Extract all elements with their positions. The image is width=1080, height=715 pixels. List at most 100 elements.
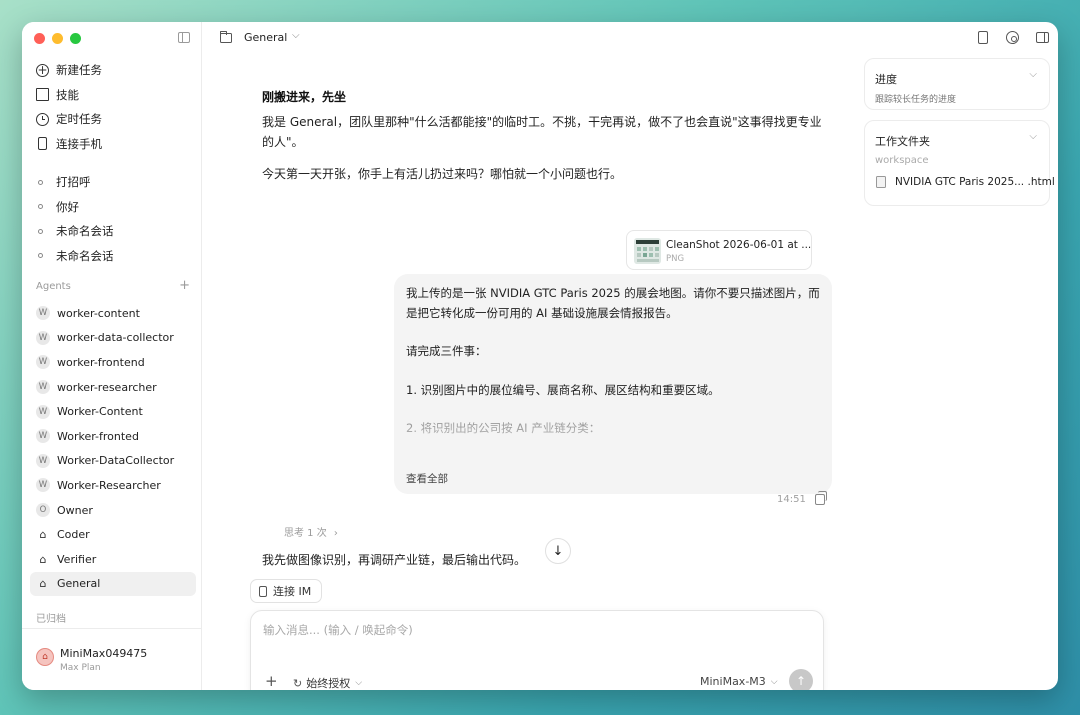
house-icon: ⌂: [39, 552, 47, 566]
agent-item[interactable]: O Owner: [30, 498, 196, 523]
arrow-down-icon: ↓: [552, 543, 564, 559]
user-message-line: 我上传的是一张 NVIDIA GTC Paris 2025 的展会地图。请你不要…: [406, 286, 820, 320]
assistant-message-text: 我先做图像识别，再调研产业链，最后输出代码。: [262, 553, 527, 567]
agent-item[interactable]: Wworker-content: [30, 301, 196, 326]
agent-item[interactable]: ⌂ Coder: [30, 522, 196, 547]
right-panel-toggle-icon[interactable]: [1036, 32, 1049, 43]
top-bar: General ⌵: [202, 22, 1058, 54]
send-button[interactable]: ↑: [789, 669, 813, 690]
file-item[interactable]: NVIDIA GTC Paris 2025... .html: [876, 176, 1055, 188]
add-agent-icon[interactable]: +: [179, 279, 190, 292]
agent-avatar: W: [36, 330, 50, 345]
user-message-line: 请完成三件事：: [406, 344, 487, 358]
workspace-selector[interactable]: General: [244, 31, 287, 44]
connect-im-label: 连接 IM: [273, 585, 312, 598]
house-icon: ⌂: [39, 528, 47, 542]
folder-icon: [220, 31, 232, 43]
redo-arrow-icon: ↻: [293, 676, 303, 690]
minimize-window-button[interactable]: [52, 33, 63, 44]
maximize-window-button[interactable]: [70, 33, 81, 44]
nav-new-task[interactable]: + 新建任务: [30, 58, 196, 83]
chevron-right-icon: ›: [333, 528, 338, 539]
nav-label: 连接手机: [56, 136, 102, 151]
app-window: + 新建任务 技能 定时任务 连接手机 打招呼 你好 未命名会话 未命名会话 A: [22, 22, 1058, 690]
agent-item[interactable]: W Worker-fronted: [30, 424, 196, 449]
add-attachment-button[interactable]: +: [265, 672, 278, 690]
model-selector[interactable]: MiniMax-M3 ⌵: [700, 675, 778, 688]
agent-label: Worker-Content: [57, 405, 143, 419]
agents-header: Agents +: [36, 279, 190, 292]
gear-icon[interactable]: [1006, 31, 1019, 44]
agent-label: General: [57, 577, 101, 591]
view-all-button[interactable]: 查看全部: [406, 471, 448, 486]
arrow-up-icon: ↑: [795, 674, 807, 688]
conversation-item[interactable]: 你好: [30, 195, 196, 220]
agent-avatar: W: [36, 355, 50, 370]
agent-item[interactable]: Wworker-data-collector: [30, 326, 196, 351]
attachment-name: CleanShot 2026-06-01 at ...: [666, 239, 812, 251]
scroll-down-button[interactable]: ↓: [545, 538, 571, 564]
agent-item[interactable]: ⌂ Verifier: [30, 547, 196, 572]
bullet-icon: [38, 179, 43, 185]
text-fade-overlay: [394, 424, 832, 464]
permission-selector[interactable]: ↻ 始终授权 ⌵: [293, 675, 362, 691]
agent-label: Owner: [57, 503, 93, 517]
progress-card[interactable]: 进度 ⌵ 跟踪较长任务的进度: [864, 58, 1050, 110]
agent-item[interactable]: Wworker-researcher: [30, 375, 196, 400]
sidebar-toggle-icon[interactable]: [178, 32, 190, 43]
nav-connect-phone[interactable]: 连接手机: [30, 132, 196, 157]
nav-label: 新建任务: [56, 63, 102, 78]
agent-item-active[interactable]: ⌂ General: [30, 571, 196, 597]
agent-item[interactable]: W Worker-DataCollector: [30, 449, 196, 474]
copy-icon[interactable]: [815, 491, 827, 505]
file-name: NVIDIA GTC Paris 2025... .html: [895, 176, 1055, 188]
assistant-message-title: 刚搬进来，先坐: [262, 90, 347, 104]
agent-avatar: W: [36, 404, 50, 419]
chevron-down-icon[interactable]: ⌵: [1029, 131, 1037, 142]
agent-label: Worker-DataCollector: [57, 454, 175, 468]
chevron-down-icon[interactable]: ⌵: [292, 30, 300, 41]
files-title: 工作文件夹: [875, 135, 930, 148]
nav-label: 定时任务: [56, 112, 102, 127]
agent-avatar: W: [36, 429, 50, 444]
nav-skills[interactable]: 技能: [30, 83, 196, 108]
chevron-down-icon[interactable]: ⌵: [1029, 69, 1037, 80]
agent-label: worker-frontend: [57, 355, 145, 369]
phone-icon[interactable]: [978, 31, 988, 44]
user-message-bubble: 我上传的是一张 NVIDIA GTC Paris 2025 的展会地图。请你不要…: [394, 274, 832, 494]
archived-section-label[interactable]: 已归档: [36, 610, 66, 625]
conversation-list: 打招呼 你好 未命名会话 未命名会话: [30, 170, 196, 268]
conversation-label: 打招呼: [56, 175, 91, 190]
agent-avatar: W: [36, 453, 50, 468]
agent-item[interactable]: Wworker-frontend: [30, 350, 196, 375]
attachment-card[interactable]: CleanShot 2026-06-01 at ... PNG: [626, 230, 812, 270]
agent-item[interactable]: W Worker-Content: [30, 399, 196, 424]
file-icon: [876, 176, 886, 188]
conversation-item[interactable]: 打招呼: [30, 170, 196, 195]
agent-label: worker-data-collector: [57, 331, 174, 345]
user-message-line: 1. 识别图片中的展位编号、展商名称、展区结构和重要区域。: [406, 382, 720, 397]
user-profile[interactable]: ⌂ MiniMax049475 Max Plan: [22, 628, 202, 690]
agent-item[interactable]: W Worker-Researcher: [30, 473, 196, 498]
phone-icon: [259, 585, 267, 597]
sidebar-nav: + 新建任务 技能 定时任务 连接手机: [30, 58, 196, 156]
close-window-button[interactable]: [34, 33, 45, 44]
agent-list: Wworker-content Wworker-data-collector W…: [30, 301, 196, 597]
connect-im-button[interactable]: 连接 IM: [250, 579, 323, 603]
message-input[interactable]: 输入消息... (输入 / 唤起命令): [263, 622, 413, 638]
progress-title: 进度: [875, 73, 897, 86]
agent-label: worker-content: [57, 306, 140, 320]
assistant-message-text: 我是 General，团队里那种"什么活都能接"的临时工。不挑，干完再说，做不了…: [262, 115, 822, 149]
bullet-icon: [38, 204, 43, 210]
conversation-label: 未命名会话: [56, 224, 114, 239]
conversation-item[interactable]: 未命名会话: [30, 244, 196, 269]
plus-circle-icon: +: [36, 63, 49, 78]
thinking-toggle[interactable]: 思考 1 次 ›: [284, 524, 338, 539]
conversation-item[interactable]: 未命名会话: [30, 219, 196, 244]
book-icon: [36, 88, 49, 102]
progress-subtitle: 跟踪较长任务的进度: [875, 95, 957, 105]
nav-scheduled-tasks[interactable]: 定时任务: [30, 107, 196, 132]
window-controls: [34, 33, 81, 44]
conversation-label: 未命名会话: [56, 248, 114, 263]
agents-header-label: Agents: [36, 281, 71, 292]
